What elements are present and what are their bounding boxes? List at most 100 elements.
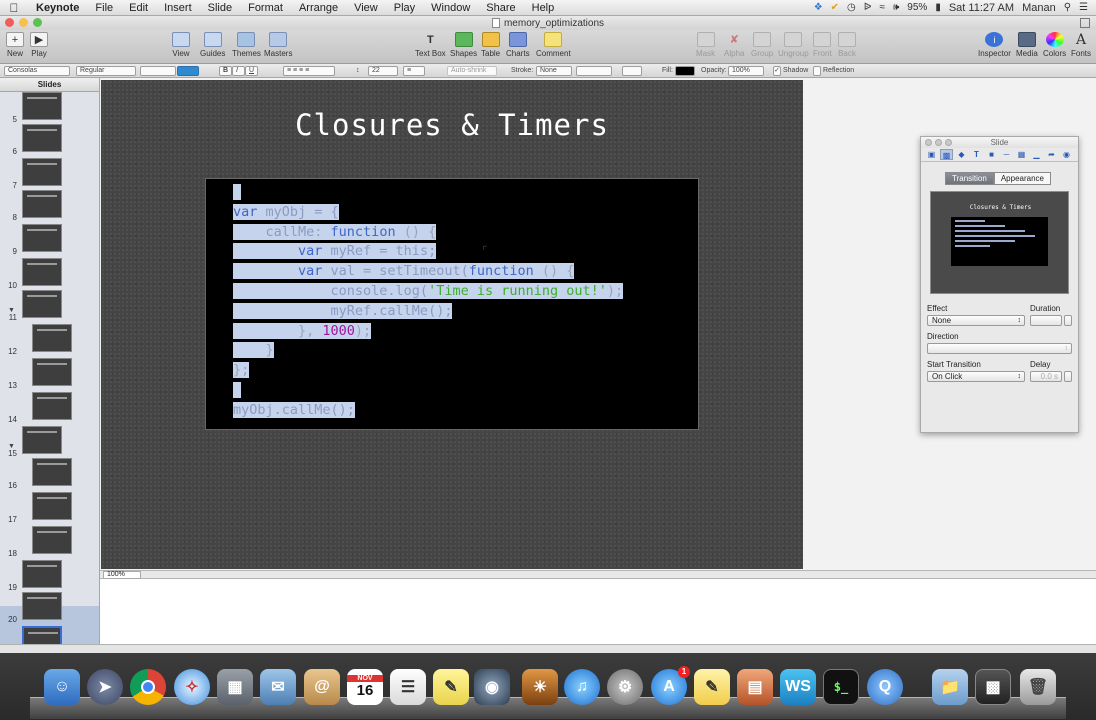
reminders-icon[interactable]: ☰	[390, 669, 426, 705]
masters-button[interactable]: Masters	[264, 32, 292, 58]
applications-folder-icon[interactable]: 📁	[932, 669, 968, 705]
code-line[interactable]: console.log('Time is running out!');	[233, 282, 624, 302]
slide-thumbnail-row[interactable]: 10	[0, 258, 99, 290]
slide-thumbnail-row[interactable]: 9	[0, 224, 99, 256]
line-spacing-icon[interactable]: ↕	[356, 67, 360, 75]
battery-percent[interactable]: 95%	[907, 2, 927, 13]
graphic-inspector-tab[interactable]: ■	[985, 149, 998, 160]
minimize-window-button[interactable]	[19, 18, 28, 27]
stroke-color-well[interactable]	[622, 66, 642, 76]
inspector-button[interactable]: i Inspector	[978, 32, 1011, 58]
stroke-width-select[interactable]	[576, 66, 612, 76]
calendar-icon[interactable]: NOV 16	[347, 669, 383, 705]
menu-edit[interactable]: Edit	[121, 0, 156, 16]
code-block[interactable]: var myObj = { callMe: function () { var …	[233, 183, 624, 421]
zoom-window-button[interactable]	[33, 18, 42, 27]
slide-thumbnail[interactable]	[22, 224, 62, 252]
code-line[interactable]: }, 1000);	[233, 322, 623, 342]
slide-thumbnail-row[interactable]: 20	[0, 592, 99, 624]
disclosure-triangle-icon[interactable]: ▼	[8, 307, 15, 314]
metrics-inspector-tab[interactable]: ─	[1000, 149, 1013, 160]
slide-thumbnail-row[interactable]: 7	[0, 158, 99, 190]
spotlight-icon[interactable]: ⚲	[1064, 2, 1071, 13]
stickies-icon[interactable]: ✎	[694, 669, 730, 705]
fill-color-well[interactable]	[675, 66, 695, 76]
disclosure-triangle-icon[interactable]: ▼	[8, 443, 15, 450]
front-button[interactable]: Front	[813, 32, 832, 58]
slide-thumbnail-row[interactable]: 17	[0, 492, 99, 524]
document-inspector-tab[interactable]: ▣	[925, 149, 938, 160]
facetime-icon[interactable]: ◉	[474, 669, 510, 705]
code-line[interactable]: };	[233, 361, 623, 381]
font-size-field[interactable]: 22	[368, 66, 398, 76]
launchpad-icon[interactable]: ➤	[87, 669, 123, 705]
inspector-minimize-button[interactable]	[935, 139, 942, 146]
apple-menu-icon[interactable]: 	[0, 1, 28, 15]
menu-window[interactable]: Window	[423, 0, 478, 16]
slide-canvas[interactable]: Closures & Timers var myObj = { callMe: …	[101, 80, 803, 569]
checkmark-icon[interactable]: ✔	[831, 2, 839, 13]
slide-thumbnail-row[interactable]: 18	[0, 526, 99, 558]
quicktime-icon[interactable]: Q	[867, 669, 903, 705]
menu-view[interactable]: View	[346, 0, 386, 16]
slide-thumbnail-row[interactable]: 19	[0, 560, 99, 592]
presenter-notes[interactable]	[100, 579, 1096, 644]
text-box-button[interactable]: T Text Box	[415, 32, 446, 59]
downloads-stack-icon[interactable]: ▩	[975, 669, 1011, 705]
alpha-button[interactable]: ✘ Alpha	[724, 32, 744, 58]
delay-stepper[interactable]	[1064, 371, 1072, 382]
text-inspector-tab[interactable]: T	[970, 149, 983, 160]
menu-help[interactable]: Help	[524, 0, 563, 16]
menu-format[interactable]: Format	[240, 0, 291, 16]
slide-thumbnail[interactable]	[22, 190, 62, 218]
code-line[interactable]: var myRef = this;	[233, 242, 623, 262]
themes-button[interactable]: Themes	[232, 32, 261, 58]
fullscreen-button[interactable]	[1080, 18, 1090, 28]
slide-thumbnail-row[interactable]: 11 ▼	[0, 290, 99, 322]
slide-thumbnail[interactable]	[22, 258, 62, 286]
view-button[interactable]: View	[172, 32, 190, 58]
menu-keynote[interactable]: Keynote	[28, 0, 87, 16]
auto-shrink-checkbox[interactable]: Auto-shrink	[447, 66, 497, 76]
code-line[interactable]: var myObj = {	[233, 203, 623, 223]
group-button[interactable]: Group	[751, 32, 773, 58]
comment-button[interactable]: Comment	[536, 32, 571, 58]
battery-icon[interactable]: ▮	[935, 2, 941, 13]
clock[interactable]: Sat 11:27 AM	[949, 2, 1014, 14]
slide-thumbnail[interactable]	[22, 560, 62, 588]
slide-title[interactable]: Closures & Timers	[101, 108, 803, 142]
slide-thumbnail-row[interactable]: 8	[0, 190, 99, 222]
code-line[interactable]	[233, 381, 623, 401]
ungroup-button[interactable]: Ungroup	[778, 32, 809, 58]
volume-icon[interactable]: 🕪	[893, 2, 899, 13]
slide-thumbnail-row[interactable]: 16	[0, 458, 99, 490]
back-button[interactable]: Back	[838, 32, 856, 58]
reflection-checkbox[interactable]	[813, 66, 821, 76]
text-color-well[interactable]	[140, 66, 176, 76]
italic-button[interactable]: I	[232, 66, 245, 76]
stroke-select[interactable]: None	[536, 66, 572, 76]
slide-thumbnail-row[interactable]: 5	[0, 92, 99, 124]
slide-thumbnail[interactable]	[22, 426, 62, 454]
slide-thumbnail[interactable]	[22, 124, 62, 152]
appearance-tab[interactable]: Appearance	[993, 172, 1051, 185]
menu-share[interactable]: Share	[478, 0, 523, 16]
slide-thumbnail[interactable]	[32, 324, 72, 352]
slide-thumbnail-row[interactable]: 13	[0, 358, 99, 390]
slide-thumbnail[interactable]	[22, 592, 62, 620]
direction-select[interactable]: ↕	[927, 343, 1072, 354]
app-store-icon[interactable]: A1	[651, 666, 690, 705]
notes-icon[interactable]: ✎	[433, 669, 469, 705]
opacity-field[interactable]: 100%	[728, 66, 764, 76]
effect-select[interactable]: None ↕	[927, 315, 1025, 326]
wifi-icon[interactable]: ≈	[879, 2, 885, 13]
play-button[interactable]: ▶ Play	[30, 32, 48, 58]
terminal-icon[interactable]: $_	[823, 669, 859, 705]
slide-thumbnail[interactable]	[32, 358, 72, 386]
slide-thumbnail[interactable]	[22, 158, 62, 186]
inspector-zoom-button[interactable]	[945, 139, 952, 146]
slide-thumbnail-row[interactable]: 6	[0, 124, 99, 156]
menu-play[interactable]: Play	[386, 0, 423, 16]
contacts-icon[interactable]: @	[304, 669, 340, 705]
slide-thumbnail[interactable]	[32, 526, 72, 554]
